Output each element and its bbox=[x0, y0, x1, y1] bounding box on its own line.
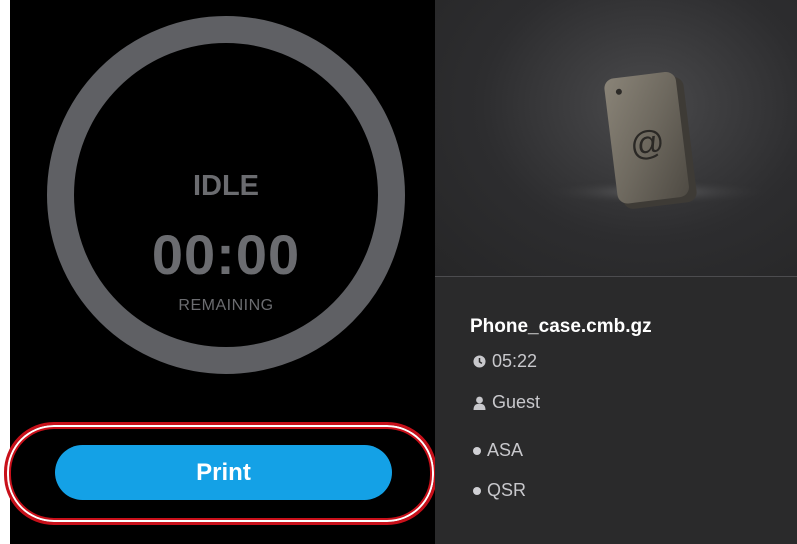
file-name: Phone_case.cmb.gz bbox=[470, 316, 652, 337]
print-duration: 05:22 bbox=[473, 351, 537, 372]
job-info-panel: @ Phone_case.cmb.gz 05:22 Guest ASA QSR bbox=[435, 0, 797, 544]
time-remaining: 00:00 bbox=[151, 223, 301, 286]
phone-case-model-image: @ bbox=[535, 71, 775, 209]
tag-label: ASA bbox=[487, 440, 524, 460]
dot-icon bbox=[473, 446, 481, 455]
printer-state: IDLE bbox=[192, 170, 260, 202]
print-button[interactable]: Print bbox=[55, 445, 392, 500]
svg-text:@: @ bbox=[628, 123, 667, 165]
material-tag: ASA bbox=[473, 440, 523, 461]
dot-icon bbox=[473, 486, 481, 495]
tag-label: QSR bbox=[487, 480, 527, 500]
material-tag: QSR bbox=[473, 480, 526, 501]
clock-icon bbox=[473, 355, 486, 368]
user-icon bbox=[473, 396, 486, 410]
owner-value: Guest bbox=[492, 392, 541, 412]
job-owner: Guest bbox=[473, 392, 540, 413]
model-preview: @ bbox=[435, 0, 797, 277]
remaining-label: REMAINING bbox=[178, 297, 274, 314]
duration-value: 05:22 bbox=[492, 351, 538, 371]
